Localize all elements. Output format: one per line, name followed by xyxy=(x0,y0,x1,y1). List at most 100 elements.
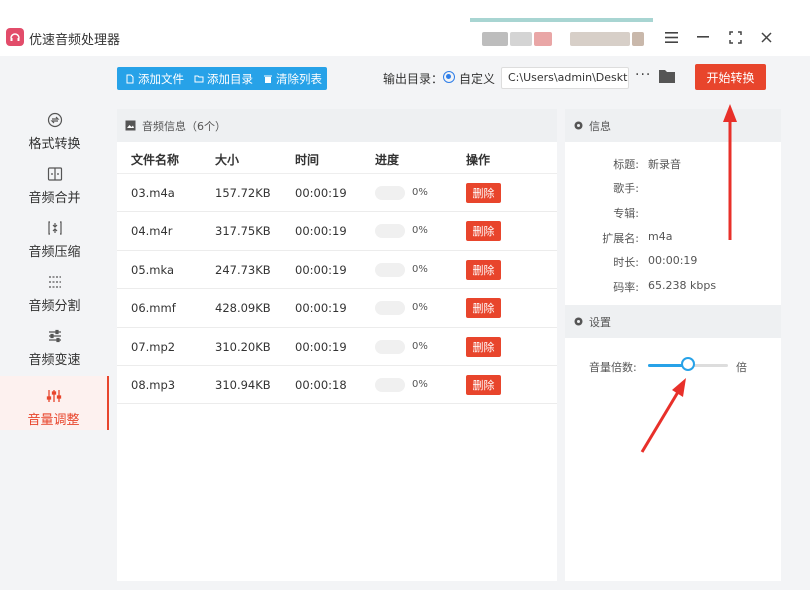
info-row-extension: 扩展名: m4a xyxy=(565,227,781,247)
audio-info-header: 音频信息（6个） xyxy=(117,109,557,142)
file-name-cell: 04.m4r xyxy=(131,224,173,239)
info-title: 信息 xyxy=(589,119,611,133)
file-size-cell: 428.09KB xyxy=(215,301,271,316)
add-file-label: 添加文件 xyxy=(138,71,184,86)
info-row-artist: 歌手: xyxy=(565,177,781,197)
sidebar-item-label: 音频分割 xyxy=(28,299,81,314)
table-row[interactable]: 05.mka 247.73KB 00:00:19 0% 删除 xyxy=(117,251,557,290)
info-row-bitrate: 码率: 65.238 kbps xyxy=(565,276,781,296)
settings-title: 设置 xyxy=(589,315,611,329)
gear-icon xyxy=(574,317,583,326)
column-header-time: 时间 xyxy=(295,153,320,167)
progress-bar xyxy=(375,224,405,239)
delete-button[interactable]: 删除 xyxy=(466,374,501,395)
output-dir-label: 输出目录： xyxy=(383,72,444,86)
minimize-icon[interactable] xyxy=(692,26,714,48)
file-size-cell: 310.94KB xyxy=(215,377,271,392)
add-folder-button[interactable]: 添加目录 xyxy=(194,71,253,87)
info-value: 新录音 xyxy=(648,158,681,171)
progress-percent: 0% xyxy=(412,378,428,390)
app-logo-icon xyxy=(6,28,24,46)
delete-button[interactable]: 删除 xyxy=(466,221,501,242)
file-size-cell: 247.73KB xyxy=(215,262,271,277)
info-value: 65.238 kbps xyxy=(648,279,717,292)
table-row[interactable]: 03.m4a 157.72KB 00:00:19 0% 删除 xyxy=(117,174,557,213)
sidebar: 格式转换 音频合并 音频压缩 音频分割 音频变速 音量调整 xyxy=(0,100,109,590)
progress-percent: 0% xyxy=(412,340,428,352)
delete-button[interactable]: 删除 xyxy=(466,298,501,319)
output-path-field[interactable]: C:\Users\admin\Deskto xyxy=(501,67,629,89)
add-file-button[interactable]: 添加文件 xyxy=(125,71,184,87)
file-time-cell: 00:00:19 xyxy=(295,262,347,277)
file-time-cell: 00:00:19 xyxy=(295,224,347,239)
info-key: 扩展名: xyxy=(602,232,639,245)
start-convert-button[interactable]: 开始转换 xyxy=(695,64,766,90)
sidebar-item-audio-merge[interactable]: 音频合并 xyxy=(0,154,109,208)
file-actions-group: 添加文件 添加目录 清除列表 xyxy=(117,67,327,90)
sidebar-item-label: 音量调整 xyxy=(27,413,80,428)
custom-dir-radio[interactable] xyxy=(443,71,455,83)
table-row[interactable]: 06.mmf 428.09KB 00:00:19 0% 删除 xyxy=(117,289,557,328)
sidebar-item-format-convert[interactable]: 格式转换 xyxy=(0,100,109,154)
clear-list-label: 清除列表 xyxy=(276,71,322,86)
delete-button[interactable]: 删除 xyxy=(466,183,501,203)
info-row-album: 专辑: xyxy=(565,202,781,222)
info-key: 时长: xyxy=(613,256,639,269)
audio-split-icon xyxy=(48,276,61,288)
column-header-action: 操作 xyxy=(466,153,491,167)
trash-icon xyxy=(264,75,272,83)
progress-percent: 0% xyxy=(412,225,428,237)
menu-icon[interactable] xyxy=(660,26,682,48)
title-bar: 优速音频处理器 xyxy=(0,0,810,56)
info-row-duration: 时长: 00:00:19 xyxy=(565,251,781,271)
info-value: 00:00:19 xyxy=(648,254,698,267)
progress-bar xyxy=(375,377,405,392)
info-key: 码率: xyxy=(613,281,639,294)
file-time-cell: 00:00:19 xyxy=(295,339,347,354)
file-time-cell: 00:00:19 xyxy=(295,186,347,200)
progress-bar xyxy=(375,262,405,277)
volume-slider-thumb[interactable] xyxy=(681,357,695,371)
close-icon[interactable] xyxy=(755,26,777,48)
file-name-cell: 06.mmf xyxy=(131,301,176,316)
delete-button[interactable]: 删除 xyxy=(466,336,501,357)
file-name-cell: 03.m4a xyxy=(131,186,175,200)
toolbar: 添加文件 添加目录 清除列表 输出目录： 自定义 C:\Users\admin\… xyxy=(109,56,790,100)
audio-info-title: 音频信息（6个） xyxy=(142,119,226,133)
file-time-cell: 00:00:19 xyxy=(295,301,347,316)
file-size-cell: 310.20KB xyxy=(215,339,271,354)
progress-percent: 0% xyxy=(412,187,428,198)
format-convert-icon xyxy=(47,112,62,128)
table-row[interactable]: 07.mp2 310.20KB 00:00:19 0% 删除 xyxy=(117,328,557,366)
file-name-cell: 08.mp3 xyxy=(131,377,176,392)
sidebar-item-audio-split[interactable]: 音频分割 xyxy=(0,262,109,316)
audio-speed-icon xyxy=(48,329,61,343)
audio-merge-icon xyxy=(47,167,62,181)
audio-compress-icon xyxy=(47,221,62,235)
maximize-icon[interactable] xyxy=(724,26,746,48)
file-size-cell: 317.75KB xyxy=(215,224,271,239)
progress-percent: 0% xyxy=(412,302,428,314)
open-folder-icon[interactable] xyxy=(658,68,676,84)
sidebar-item-volume-adjust[interactable]: 音量调整 xyxy=(0,376,109,430)
volume-adjust-icon xyxy=(46,390,61,402)
info-key: 专辑: xyxy=(613,207,639,220)
file-time-cell: 00:00:18 xyxy=(295,377,347,392)
column-header-progress: 进度 xyxy=(375,153,400,167)
volume-multiplier-label: 音量倍数: xyxy=(589,361,637,374)
image-icon xyxy=(125,120,136,131)
delete-button[interactable]: 删除 xyxy=(466,259,501,280)
progress-bar xyxy=(375,339,405,354)
progress-percent: 0% xyxy=(412,263,428,275)
browse-more-button[interactable]: ··· xyxy=(635,67,651,83)
progress-bar xyxy=(375,301,405,316)
sidebar-item-audio-compress[interactable]: 音频压缩 xyxy=(0,208,109,262)
table-row[interactable]: 08.mp3 310.94KB 00:00:18 0% 删除 xyxy=(117,366,557,405)
clear-list-button[interactable]: 清除列表 xyxy=(263,71,322,87)
info-row-title: 标题: 新录音 xyxy=(565,153,781,173)
side-info-panel: 信息 标题: 新录音 歌手: 专辑: 扩展名: m4a 时长: 00:00:19… xyxy=(565,109,781,581)
sidebar-item-audio-speed[interactable]: 音频变速 xyxy=(0,316,109,370)
file-list: 03.m4a 157.72KB 00:00:19 0% 删除 04.m4r 317.75KB… xyxy=(117,174,557,405)
table-row[interactable]: 04.m4r 317.75KB 00:00:19 0% 删除 xyxy=(117,212,557,251)
sidebar-item-label: 音频变速 xyxy=(28,353,81,368)
